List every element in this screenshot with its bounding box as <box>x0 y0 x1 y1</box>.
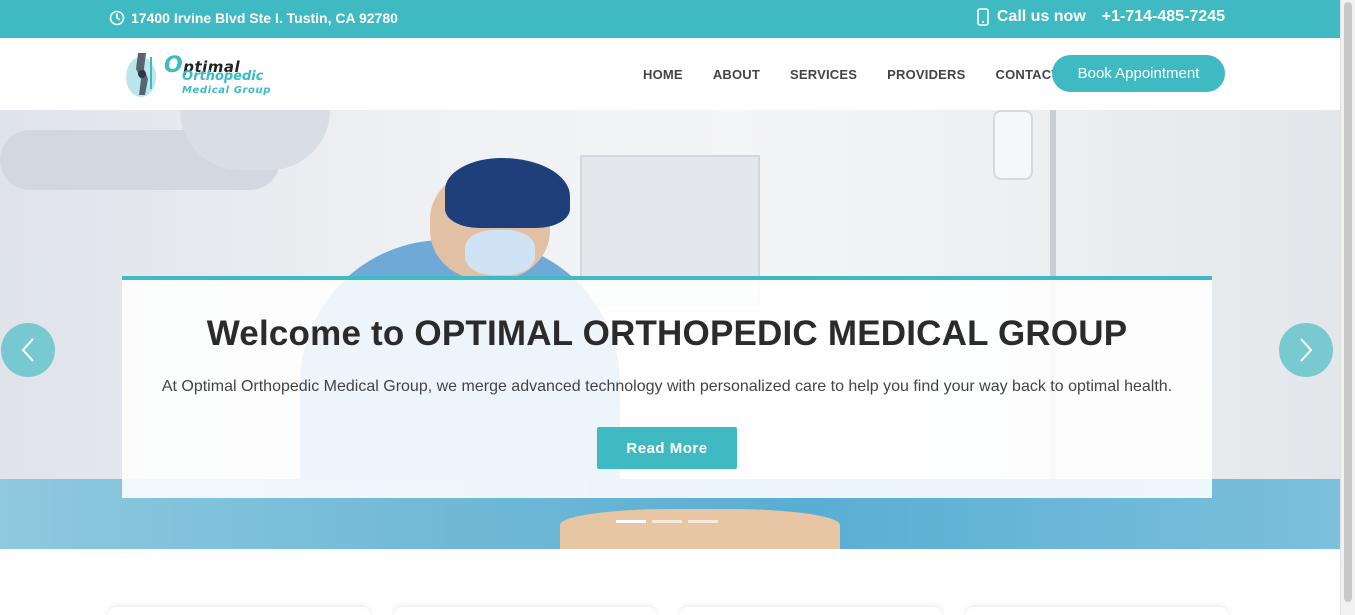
surgical-mask-shape <box>465 230 535 275</box>
slider-dots <box>616 520 718 523</box>
iv-bag-shape <box>993 110 1033 180</box>
chevron-left-icon <box>21 338 34 362</box>
address-block: 17400 Irvine Blvd Ste I. Tustin, CA 9278… <box>109 10 398 26</box>
clock-icon <box>109 10 125 26</box>
patient-shape <box>560 509 840 549</box>
hero-caption-box: Welcome to OPTIMAL ORTHOPEDIC MEDICAL GR… <box>122 276 1212 498</box>
slider-dot[interactable] <box>688 520 718 523</box>
feature-cards-row <box>108 607 1228 615</box>
nav-about[interactable]: ABOUT <box>698 67 775 82</box>
surgeon-cap-shape <box>445 158 570 228</box>
read-more-button[interactable]: Read More <box>597 427 737 469</box>
site-header: Optimal Orthopedic Medical Group HOME AB… <box>0 38 1340 110</box>
slider-dot[interactable] <box>616 520 646 523</box>
feature-card[interactable] <box>394 607 656 615</box>
site-logo[interactable]: Optimal Orthopedic Medical Group <box>124 47 284 101</box>
scrollbar-thumb[interactable] <box>1344 2 1352 602</box>
feature-card[interactable] <box>108 607 370 615</box>
feature-card[interactable] <box>680 607 942 615</box>
logo-line-3: Medical Group <box>182 85 271 96</box>
call-block[interactable]: Call us now +1-714-485-7245 <box>977 8 1225 26</box>
slider-dot[interactable] <box>652 520 682 523</box>
nav-services[interactable]: SERVICES <box>775 67 872 82</box>
chevron-right-icon <box>1300 338 1313 362</box>
nav-providers[interactable]: PROVIDERS <box>872 67 980 82</box>
phone-number-link[interactable]: +1-714-485-7245 <box>1102 8 1225 26</box>
page-scrollbar[interactable] <box>1340 0 1355 615</box>
mobile-phone-icon <box>977 8 989 26</box>
nav-home[interactable]: HOME <box>628 67 698 82</box>
address-text: 17400 Irvine Blvd Ste I. Tustin, CA 9278… <box>131 10 398 26</box>
hero-title: Welcome to OPTIMAL ORTHOPEDIC MEDICAL GR… <box>206 314 1128 353</box>
orthopedic-logo-icon <box>126 53 156 97</box>
hero-description: At Optimal Orthopedic Medical Group, we … <box>161 378 1173 395</box>
logo-line-2: Orthopedic <box>182 69 264 84</box>
hero-slider: Welcome to OPTIMAL ORTHOPEDIC MEDICAL GR… <box>0 110 1340 549</box>
call-label: Call us now <box>996 8 1086 25</box>
book-appointment-button[interactable]: Book Appointment <box>1052 55 1225 92</box>
main-nav: HOME ABOUT SERVICES PROVIDERS CONTACT <box>628 38 1075 110</box>
slider-next-button[interactable] <box>1279 323 1333 377</box>
slider-prev-button[interactable] <box>1 323 55 377</box>
top-info-bar: 17400 Irvine Blvd Ste I. Tustin, CA 9278… <box>0 0 1340 38</box>
feature-card[interactable] <box>966 607 1228 615</box>
